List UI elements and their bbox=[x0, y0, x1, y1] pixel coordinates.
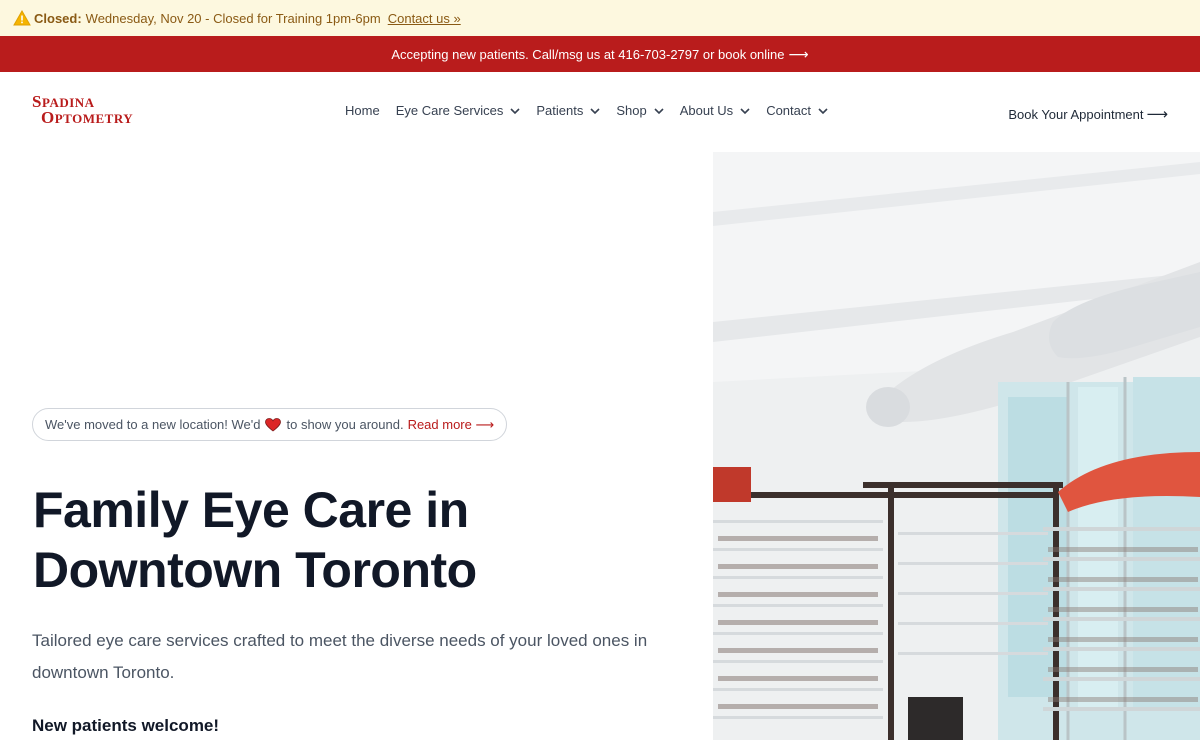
moved-location-pill[interactable]: We've moved to a new location! We'd to s… bbox=[32, 408, 508, 441]
alert-bar: Closed: Wednesday, Nov 20 - Closed for T… bbox=[0, 0, 1200, 36]
logo-line-2: OPTOMETRY bbox=[41, 108, 134, 127]
chevron-down-icon bbox=[510, 107, 520, 114]
store-interior-photo bbox=[713, 152, 1200, 740]
alert-message: Wednesday, Nov 20 - Closed for Training … bbox=[85, 10, 381, 26]
announcement-bar[interactable]: Accepting new patients. Call/msg us at 4… bbox=[0, 36, 1200, 72]
nav-item-label: Eye Care Services bbox=[395, 103, 504, 118]
book-appointment-label: Book Your Appointment bbox=[1008, 106, 1144, 122]
nav-item-contact[interactable]: Contact bbox=[766, 103, 828, 118]
pill-text-before: We've moved to a new location! We'd bbox=[45, 417, 261, 432]
chevron-down-icon bbox=[818, 107, 828, 114]
hero-title: Family Eye Care in Downtown Toronto bbox=[33, 480, 673, 600]
warning-icon bbox=[13, 10, 31, 26]
contact-us-link[interactable]: Contact us » bbox=[388, 11, 461, 26]
new-patients-welcome: New patients welcome! bbox=[32, 716, 220, 735]
read-more-link[interactable]: Read more ⟶ bbox=[408, 417, 495, 433]
nav-item-patients[interactable]: Patients bbox=[536, 103, 600, 118]
logo[interactable]: SPADINA OPTOMETRY bbox=[32, 93, 147, 132]
chevron-down-icon bbox=[654, 107, 664, 114]
nav-item-shop[interactable]: Shop bbox=[616, 103, 664, 118]
hero-lead: Tailored eye care services crafted to me… bbox=[32, 631, 648, 682]
nav-item-label: About Us bbox=[679, 103, 734, 118]
arrow-right-icon: ⟶ bbox=[788, 45, 809, 62]
pill-text-after: to show you around. bbox=[286, 417, 404, 432]
arrow-right-icon: ⟶ bbox=[1146, 106, 1168, 123]
nav-item-label: Contact bbox=[766, 103, 811, 118]
read-more-label: Read more bbox=[407, 416, 472, 432]
hero-title-line-2: Downtown Toronto bbox=[33, 542, 477, 598]
chevron-down-icon bbox=[590, 107, 600, 114]
heart-icon bbox=[265, 417, 282, 432]
nav-item-eye-care-services[interactable]: Eye Care Services bbox=[396, 103, 521, 118]
hero-title-line-1: Family Eye Care in bbox=[33, 482, 469, 538]
store-interior-illustration bbox=[713, 152, 1200, 740]
nav-item-label: Patients bbox=[536, 103, 584, 118]
alert-status: Closed: bbox=[34, 10, 82, 26]
nav-item-home[interactable]: Home bbox=[345, 103, 380, 118]
arrow-right-icon: ⟶ bbox=[475, 416, 495, 432]
book-appointment-link[interactable]: Book Your Appointment ⟶ bbox=[1008, 105, 1168, 123]
chevron-down-icon bbox=[740, 107, 750, 114]
nav-item-about-us[interactable]: About Us bbox=[680, 103, 750, 118]
site-header: SPADINA OPTOMETRY Home Eye Care Services… bbox=[0, 72, 1200, 152]
main-nav: Home Eye Care Services Patients Shop Abo… bbox=[345, 103, 844, 118]
nav-item-label: Shop bbox=[616, 103, 647, 118]
nav-item-label: Home bbox=[345, 103, 380, 118]
announcement-text[interactable]: Accepting new patients. Call/msg us at 4… bbox=[391, 47, 784, 62]
